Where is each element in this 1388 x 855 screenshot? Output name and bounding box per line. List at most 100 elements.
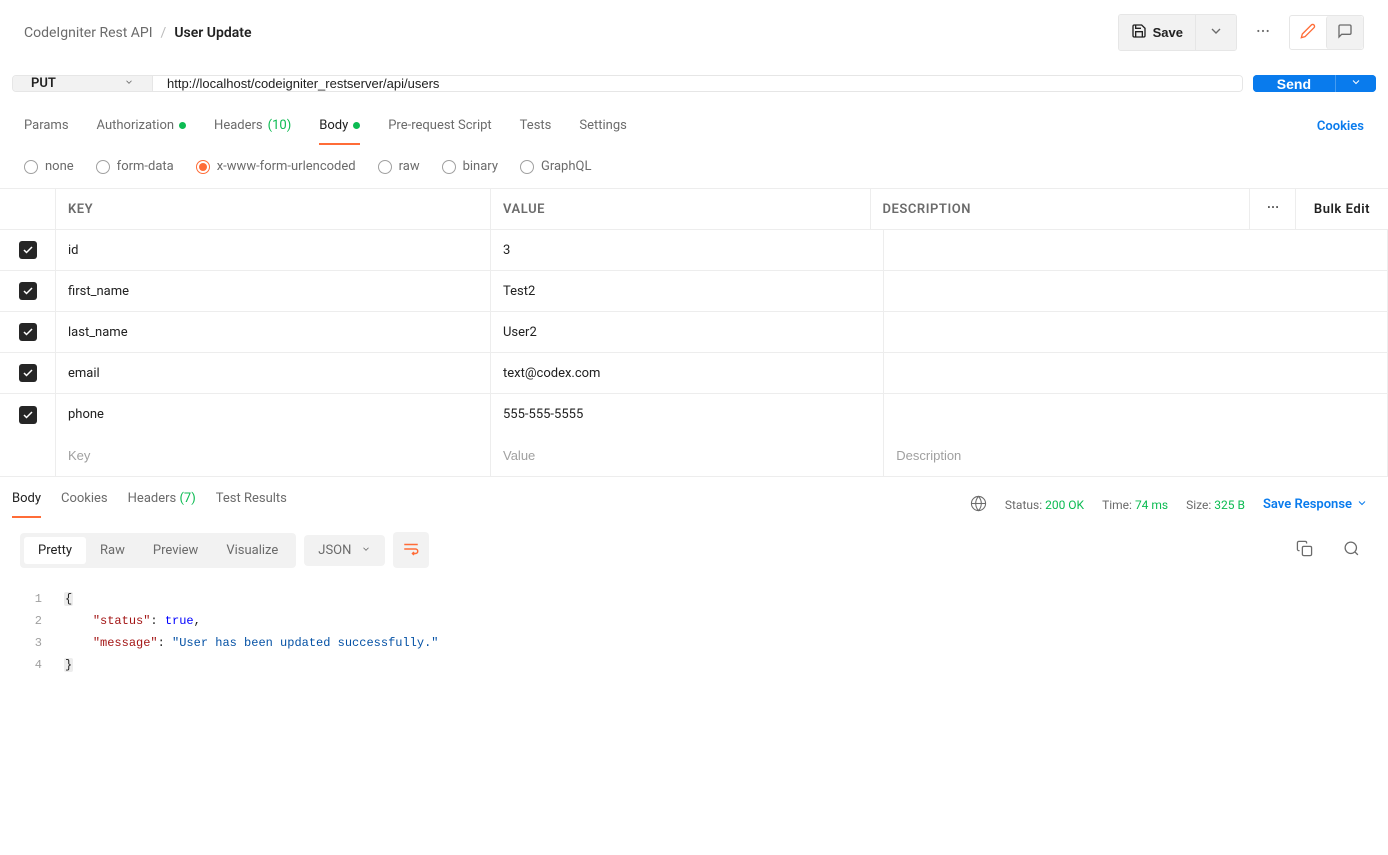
chevron-down-icon: [124, 76, 134, 91]
row-description[interactable]: [884, 230, 1388, 270]
table-row[interactable]: last_nameUser2: [0, 312, 1388, 353]
row-value[interactable]: 555-555-5555: [491, 394, 884, 435]
chevron-down-icon: [1350, 76, 1362, 91]
body-params-table: KEY VALUE DESCRIPTION Bulk Edit id3first…: [0, 188, 1388, 477]
row-value[interactable]: Test2: [491, 271, 884, 311]
chevron-down-icon: [361, 543, 371, 558]
tab-settings[interactable]: Settings: [579, 108, 626, 145]
row-description[interactable]: [884, 353, 1388, 393]
table-more-button[interactable]: [1250, 189, 1296, 229]
save-icon: [1131, 23, 1147, 42]
row-value[interactable]: text@codex.com: [491, 353, 884, 393]
row-description[interactable]: [884, 271, 1388, 311]
send-button[interactable]: Send: [1253, 75, 1335, 92]
header-actions: Save: [1118, 14, 1364, 51]
body-type-binary[interactable]: binary: [442, 159, 498, 174]
new-key-input[interactable]: [68, 448, 478, 463]
bulk-edit-button[interactable]: Bulk Edit: [1296, 189, 1388, 229]
row-checkbox[interactable]: [19, 364, 37, 382]
time-value: 74 ms: [1135, 498, 1168, 512]
tab-prerequest[interactable]: Pre-request Script: [388, 108, 491, 145]
row-key[interactable]: last_name: [56, 312, 491, 352]
body-type-label: form-data: [117, 159, 174, 174]
table-row[interactable]: id3: [0, 230, 1388, 271]
url-input[interactable]: [153, 76, 1242, 91]
tab-auth-label: Authorization: [97, 118, 175, 133]
table-row[interactable]: emailtext@codex.com: [0, 353, 1388, 394]
resp-tab-cookies[interactable]: Cookies: [61, 491, 108, 518]
search-icon: [1343, 540, 1360, 560]
body-type-urlencoded[interactable]: x-www-form-urlencoded: [196, 159, 356, 174]
method-value: PUT: [31, 76, 56, 91]
row-key[interactable]: phone: [56, 394, 491, 435]
more-options-button[interactable]: [1247, 15, 1279, 50]
status-dot: [179, 122, 186, 129]
new-param-row[interactable]: [0, 435, 1388, 476]
row-key[interactable]: id: [56, 230, 491, 270]
send-dropdown-button[interactable]: [1335, 75, 1376, 92]
row-key[interactable]: first_name: [56, 271, 491, 311]
code-brace: }: [64, 658, 73, 672]
save-dropdown-button[interactable]: [1195, 15, 1236, 50]
row-value[interactable]: 3: [491, 230, 884, 270]
format-select[interactable]: JSON: [304, 535, 385, 566]
wrap-lines-button[interactable]: [393, 532, 429, 568]
send-button-group: Send: [1253, 75, 1376, 92]
col-description: DESCRIPTION: [871, 189, 1251, 229]
status-value: 200 OK: [1045, 498, 1084, 512]
search-response-button[interactable]: [1335, 532, 1368, 568]
save-button[interactable]: Save: [1119, 15, 1195, 50]
new-value-input[interactable]: [503, 448, 871, 463]
tab-headers[interactable]: Headers (10): [214, 108, 291, 145]
response-body[interactable]: 1234 { "status": true, "message": "User …: [0, 582, 1388, 682]
body-type-label: binary: [463, 159, 498, 174]
cookies-link[interactable]: Cookies: [1317, 119, 1364, 134]
globe-icon[interactable]: [970, 495, 987, 515]
status-dot: [353, 122, 360, 129]
response-toolbar: Pretty Raw Preview Visualize JSON: [0, 518, 1388, 582]
breadcrumb-sep: /: [161, 25, 167, 41]
method-select[interactable]: PUT: [13, 76, 153, 91]
row-checkbox[interactable]: [19, 323, 37, 341]
request-url-row: PUT Send: [0, 65, 1388, 102]
row-key[interactable]: email: [56, 353, 491, 393]
tab-body[interactable]: Body: [319, 108, 360, 145]
save-response-button[interactable]: Save Response: [1263, 497, 1368, 513]
body-type-graphql[interactable]: GraphQL: [520, 159, 591, 174]
tab-params[interactable]: Params: [24, 108, 69, 145]
method-url-container: PUT: [12, 75, 1243, 92]
body-type-formdata[interactable]: form-data: [96, 159, 174, 174]
edit-docs-button[interactable]: [1290, 16, 1326, 49]
response-tabs: Body Cookies Headers (7) Test Results: [12, 491, 287, 518]
resp-tab-headers[interactable]: Headers (7): [128, 491, 196, 518]
row-checkbox[interactable]: [19, 406, 37, 424]
chevron-down-icon: [1356, 497, 1368, 513]
save-response-label: Save Response: [1263, 497, 1352, 512]
table-row[interactable]: phone555-555-5555: [0, 394, 1388, 435]
row-value[interactable]: User2: [491, 312, 884, 352]
view-pretty[interactable]: Pretty: [24, 537, 86, 564]
copy-icon: [1296, 540, 1313, 560]
tab-authorization[interactable]: Authorization: [97, 108, 187, 145]
resp-headers-label: Headers: [128, 491, 177, 506]
tab-tests[interactable]: Tests: [520, 108, 552, 145]
copy-response-button[interactable]: [1288, 532, 1321, 568]
resp-tab-body[interactable]: Body: [12, 491, 41, 518]
row-description[interactable]: [884, 394, 1388, 435]
line-gutter: 1234: [0, 588, 64, 676]
body-type-none[interactable]: none: [24, 159, 74, 174]
row-checkbox[interactable]: [19, 241, 37, 259]
table-row[interactable]: first_nameTest2: [0, 271, 1388, 312]
body-type-raw[interactable]: raw: [378, 159, 420, 174]
tab-body-label: Body: [319, 118, 348, 133]
new-desc-input[interactable]: [896, 448, 1375, 463]
view-preview[interactable]: Preview: [139, 537, 212, 564]
row-checkbox[interactable]: [19, 282, 37, 300]
comments-button[interactable]: [1326, 16, 1363, 49]
breadcrumb-collection[interactable]: CodeIgniter Rest API: [24, 25, 153, 41]
row-description[interactable]: [884, 312, 1388, 352]
resp-tab-tests[interactable]: Test Results: [216, 491, 287, 518]
view-visualize[interactable]: Visualize: [212, 537, 292, 564]
body-type-label: x-www-form-urlencoded: [217, 159, 356, 174]
view-raw[interactable]: Raw: [86, 537, 139, 564]
